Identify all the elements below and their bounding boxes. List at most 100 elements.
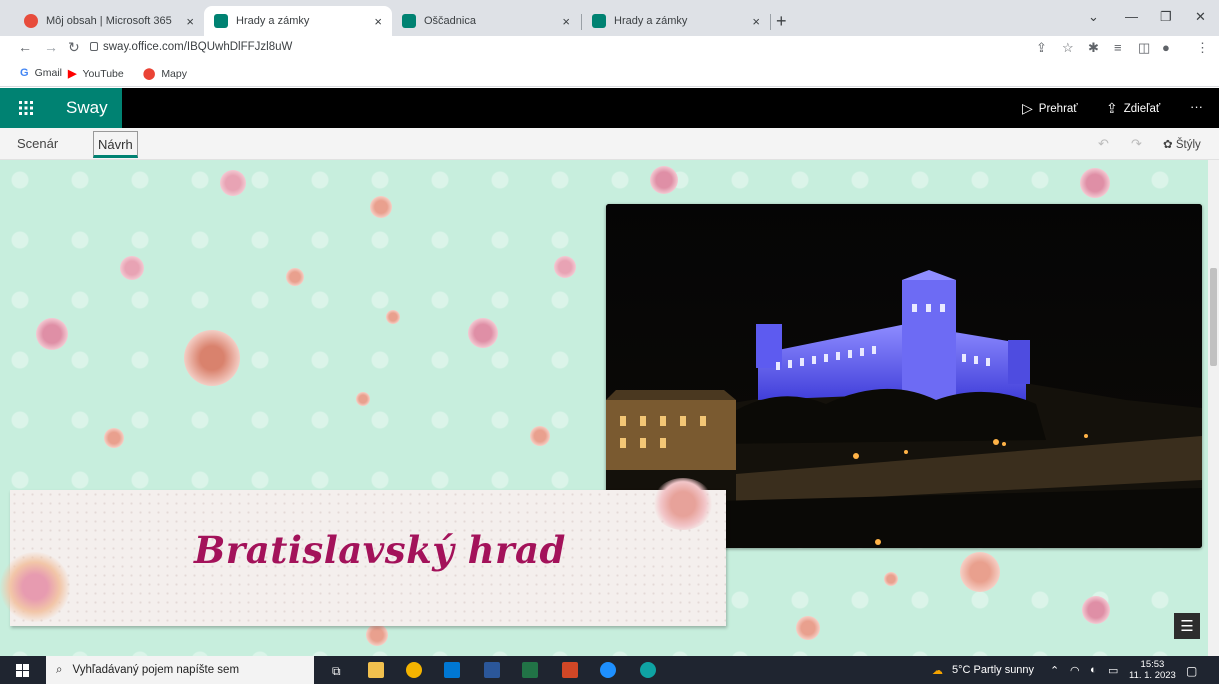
file-explorer-icon[interactable] — [368, 662, 384, 678]
flower-decoration — [468, 318, 498, 348]
palette-icon: ✿ — [1163, 139, 1173, 151]
share-button[interactable]: ⇪ Zdieľať — [1106, 100, 1160, 117]
bookmark-gmail[interactable]: G Gmail — [20, 67, 62, 79]
scrollbar-thumb[interactable] — [1210, 268, 1217, 366]
bookmark-youtube[interactable]: ▶ YouTube — [68, 67, 124, 81]
flower-decoration — [104, 428, 124, 448]
window-close-icon[interactable]: ✕ — [1195, 9, 1206, 25]
youtube-icon: ▶ — [68, 68, 77, 80]
url-field[interactable]: sway.office.com/IBQUwhDlFFJzl8uW — [103, 41, 292, 53]
tab-hrady-a-zamky[interactable]: Hrady a zámky × — [582, 6, 770, 36]
flower-decoration — [554, 256, 576, 278]
share-page-icon[interactable]: ⇪ — [1036, 40, 1047, 56]
word-icon[interactable] — [484, 662, 500, 678]
app-launcher-icon[interactable] — [0, 88, 52, 128]
internet-explorer-icon[interactable] — [600, 662, 616, 678]
more-options-button[interactable]: ··· — [1190, 99, 1203, 114]
flower-decoration — [960, 552, 1000, 592]
tab-oscadnica[interactable]: Oščadnica × — [392, 6, 580, 36]
reload-icon[interactable]: ↻ — [68, 39, 80, 56]
address-bar: ← → ↻ sway.office.com/IBQUwhDlFFJzl8uW ⇪… — [0, 36, 1219, 60]
show-hidden-icons-icon[interactable]: ⌃ — [1050, 664, 1059, 677]
styles-label: Štýly — [1175, 139, 1201, 151]
edge-icon[interactable] — [640, 662, 656, 678]
flower-bouquet — [652, 478, 714, 530]
gmail-icon: G — [20, 67, 29, 79]
flower-decoration — [36, 318, 68, 350]
back-icon[interactable]: ← — [18, 39, 32, 55]
taskbar-search[interactable]: ⌕ Vyhľadávaný pojem napíšte sem — [46, 656, 314, 684]
waffle-grid-icon — [19, 101, 33, 115]
tab-microsoft-365[interactable]: Môj obsah | Microsoft 365 × — [14, 6, 204, 36]
flower-bouquet — [184, 330, 240, 386]
flower-decoration — [370, 196, 392, 218]
lock-icon — [90, 42, 98, 51]
bookmarks-bar: G Gmail ▶ YouTube ⬤ Mapy — [0, 60, 1219, 87]
weather-icon: ☁ — [932, 665, 943, 677]
styles-button[interactable]: ✿ Štýly — [1163, 137, 1201, 151]
powerpoint-icon[interactable] — [562, 662, 578, 678]
sway-brand[interactable]: Sway — [52, 88, 122, 128]
notifications-icon[interactable]: ▢ — [1186, 664, 1197, 678]
task-view-icon[interactable]: ⧉ — [332, 664, 341, 679]
vertical-scrollbar[interactable] — [1208, 160, 1219, 656]
tab-design[interactable]: Návrh — [93, 131, 138, 158]
bookmark-star-icon[interactable]: ☆ — [1062, 40, 1074, 56]
side-panel-icon[interactable]: ◫ — [1138, 40, 1150, 56]
redo-icon[interactable]: ↷ — [1131, 136, 1142, 152]
network-icon[interactable]: ◠ — [1070, 664, 1080, 677]
flower-bouquet — [0, 552, 70, 622]
close-icon[interactable]: × — [562, 14, 570, 29]
play-button[interactable]: ▷ Prehrať — [1022, 100, 1078, 117]
clock-time: 15:53 — [1140, 659, 1165, 670]
flower-decoration — [530, 426, 550, 446]
tab-hrady-a-zamky-active[interactable]: Hrady a zámky × — [204, 6, 392, 36]
navigation-pane-button[interactable]: ☰ — [1174, 613, 1200, 639]
tab-label: Oščadnica — [424, 15, 476, 27]
play-icon: ▷ — [1022, 100, 1033, 116]
volume-icon[interactable]: ◐ — [1090, 664, 1097, 676]
flower-decoration — [366, 624, 388, 646]
flower-decoration — [1082, 596, 1110, 624]
windows-start-icon[interactable] — [16, 664, 29, 677]
play-label: Prehrať — [1038, 102, 1078, 115]
new-tab-button[interactable]: + — [776, 11, 787, 32]
mail-icon[interactable] — [444, 662, 460, 678]
battery-icon[interactable]: ▭ — [1108, 664, 1118, 677]
flower-decoration — [220, 170, 246, 196]
close-icon[interactable]: × — [186, 14, 194, 29]
forward-icon[interactable]: → — [44, 39, 58, 55]
flower-decoration — [884, 572, 898, 586]
sway-icon — [592, 14, 606, 28]
flower-decoration — [286, 268, 304, 286]
reading-list-icon[interactable]: ≡ — [1114, 40, 1122, 55]
bookmark-label: Gmail — [34, 67, 62, 79]
sway-icon — [402, 14, 416, 28]
browser-tab-strip: Môj obsah | Microsoft 365 × Hrady a zámk… — [0, 0, 1219, 36]
weather-text[interactable]: 5°C Partly sunny — [952, 664, 1034, 676]
flower-decoration — [1080, 168, 1110, 198]
excel-icon[interactable] — [522, 662, 538, 678]
undo-icon[interactable]: ↶ — [1098, 136, 1109, 152]
title-card[interactable]: Bratislavský hrad — [10, 490, 726, 626]
restore-icon[interactable]: ❐ — [1160, 9, 1172, 25]
microsoft-365-icon — [24, 14, 38, 28]
list-icon: ☰ — [1180, 618, 1194, 635]
close-icon[interactable]: × — [374, 14, 382, 29]
tab-storyline[interactable]: Scenár — [17, 136, 58, 151]
clock[interactable]: 15:53 11. 1. 2023 — [1129, 659, 1176, 681]
tab-label: Môj obsah | Microsoft 365 — [46, 15, 172, 27]
sway-title[interactable]: Bratislavský hrad — [194, 528, 566, 572]
chevron-down-icon[interactable]: ⌄ — [1088, 9, 1099, 25]
sway-icon — [214, 14, 228, 28]
bookmark-mapy[interactable]: ⬤ Mapy — [143, 67, 187, 81]
kebab-menu-icon[interactable]: ⋮ — [1196, 40, 1209, 56]
flower-decoration — [120, 256, 144, 280]
profile-icon[interactable]: ● — [1162, 40, 1170, 55]
close-icon[interactable]: × — [752, 14, 760, 29]
bookmark-label: Mapy — [161, 67, 187, 80]
minimize-icon[interactable]: — — [1125, 9, 1138, 24]
extensions-icon[interactable]: ✱ — [1088, 40, 1099, 56]
search-placeholder: Vyhľadávaný pojem napíšte sem — [72, 664, 240, 676]
chrome-icon[interactable] — [406, 662, 422, 678]
